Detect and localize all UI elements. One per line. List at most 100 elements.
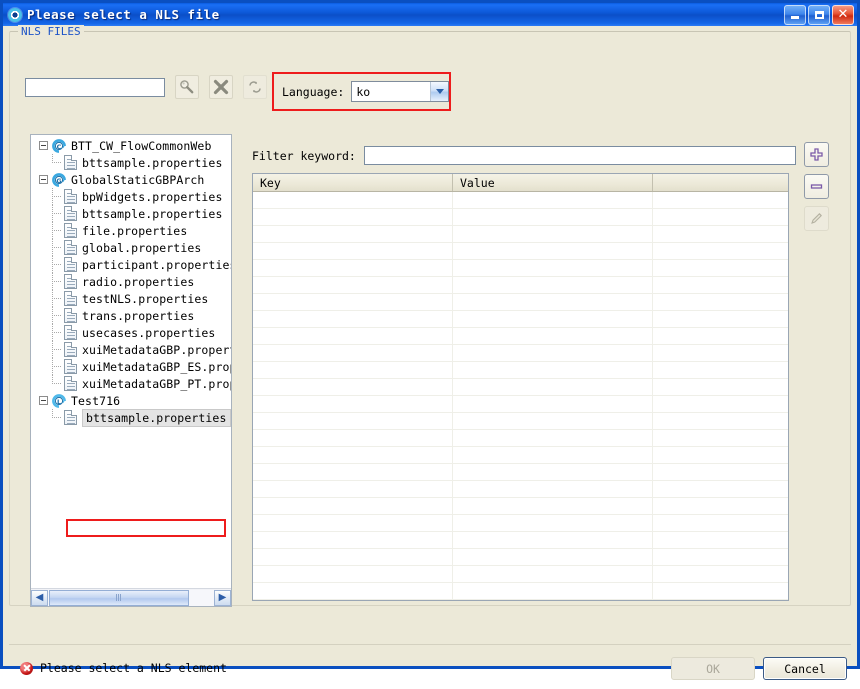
tree-file-node[interactable]: xuiMetadataGBP_PT.properties xyxy=(31,375,231,392)
table-cell xyxy=(253,192,453,208)
table-cell xyxy=(453,498,653,514)
close-button[interactable]: ✕ xyxy=(832,4,854,25)
tree-connector xyxy=(49,205,63,222)
table-cell xyxy=(653,345,788,361)
table-row[interactable] xyxy=(253,243,788,260)
tree-file-node[interactable]: radio.properties xyxy=(31,273,231,290)
table-row[interactable] xyxy=(253,464,788,481)
tree-file-node[interactable]: bttsample.properties xyxy=(31,154,231,171)
scrollbar-thumb[interactable] xyxy=(49,589,189,606)
table-row[interactable] xyxy=(253,226,788,243)
tree-connector xyxy=(49,154,63,171)
add-button[interactable] xyxy=(804,142,829,167)
table-row[interactable] xyxy=(253,396,788,413)
table-row[interactable] xyxy=(253,413,788,430)
table-row[interactable] xyxy=(253,209,788,226)
table-row[interactable] xyxy=(253,277,788,294)
tree-file-node[interactable]: bttsample.properties xyxy=(31,408,231,427)
collapse-toggle-icon[interactable] xyxy=(39,175,48,184)
tree-project-node[interactable]: G GlobalStaticGBPArch xyxy=(31,171,231,188)
properties-file-icon xyxy=(64,206,77,221)
tree-file-node[interactable]: xuiMetadataGBP.properties xyxy=(31,341,231,358)
search-input[interactable] xyxy=(25,77,165,97)
table-cell xyxy=(653,379,788,395)
nls-file-tree[interactable]: C BTT_CW_FlowCommonWeb bttsample.propertie… xyxy=(30,134,232,607)
chevron-down-icon[interactable] xyxy=(430,82,448,101)
table-row[interactable] xyxy=(253,345,788,362)
table-column-header[interactable]: Value xyxy=(453,174,653,191)
table-row[interactable] xyxy=(253,498,788,515)
tree-file-node[interactable]: participant.properties xyxy=(31,256,231,273)
table-row[interactable] xyxy=(253,192,788,209)
table-cell xyxy=(453,583,653,599)
table-row[interactable] xyxy=(253,328,788,345)
table-cell xyxy=(453,345,653,361)
scrollbar-track[interactable] xyxy=(48,589,214,606)
maximize-icon xyxy=(814,10,824,19)
tree-node-label: global.properties xyxy=(82,240,202,255)
properties-file-icon xyxy=(64,240,77,255)
table-row[interactable] xyxy=(253,294,788,311)
table-column-header[interactable] xyxy=(653,174,788,191)
table-cell xyxy=(253,243,453,259)
svg-text:C: C xyxy=(57,143,62,151)
error-icon xyxy=(20,661,33,675)
minus-icon xyxy=(810,184,823,189)
refresh-sync-icon[interactable] xyxy=(243,75,267,99)
tree-file-node[interactable]: file.properties xyxy=(31,222,231,239)
tree-horizontal-scrollbar[interactable]: ◀ ▶ xyxy=(31,588,231,606)
tree-file-node[interactable]: bpWidgets.properties xyxy=(31,188,231,205)
tree-file-node[interactable]: xuiMetadataGBP_ES.properties xyxy=(31,358,231,375)
table-row[interactable] xyxy=(253,379,788,396)
table-header: Key Value xyxy=(253,174,788,192)
table-row[interactable] xyxy=(253,430,788,447)
table-cell xyxy=(653,243,788,259)
tree-file-node[interactable]: bttsample.properties xyxy=(31,205,231,222)
table-cell xyxy=(253,396,453,412)
table-cell xyxy=(253,498,453,514)
table-cell xyxy=(253,549,453,565)
properties-file-icon xyxy=(64,342,77,357)
tree-project-node[interactable]: C BTT_CW_FlowCommonWeb xyxy=(31,137,231,154)
tree-file-node[interactable]: global.properties xyxy=(31,239,231,256)
table-row[interactable] xyxy=(253,260,788,277)
table-row[interactable] xyxy=(253,481,788,498)
tree-connector xyxy=(49,324,63,341)
table-row[interactable] xyxy=(253,362,788,379)
table-cell xyxy=(453,379,653,395)
tree-node-label: GlobalStaticGBPArch xyxy=(71,172,205,187)
scroll-right-icon[interactable]: ▶ xyxy=(214,589,231,606)
scroll-left-icon[interactable]: ◀ xyxy=(31,589,48,606)
table-row[interactable] xyxy=(253,311,788,328)
table-cell xyxy=(453,532,653,548)
key-value-table[interactable]: Key Value xyxy=(252,173,789,601)
table-row[interactable] xyxy=(253,549,788,566)
scrollbar-grip-icon xyxy=(116,594,122,601)
table-cell xyxy=(453,430,653,446)
maximize-button[interactable] xyxy=(808,4,830,25)
table-row[interactable] xyxy=(253,583,788,600)
tree-project-node[interactable]: L Test716 xyxy=(31,392,231,409)
remove-button[interactable] xyxy=(804,174,829,199)
tree-file-node[interactable]: testNLS.properties xyxy=(31,290,231,307)
filter-keyword-input[interactable] xyxy=(363,146,796,165)
table-column-header[interactable]: Key xyxy=(253,174,453,191)
table-row[interactable] xyxy=(253,447,788,464)
properties-file-icon xyxy=(64,155,77,170)
clear-filter-icon[interactable] xyxy=(209,75,233,99)
collapse-toggle-icon[interactable] xyxy=(39,141,48,150)
tree-file-node[interactable]: usecases.properties xyxy=(31,324,231,341)
language-highlight-box: Language: ko xyxy=(272,72,451,111)
properties-file-icon xyxy=(64,257,77,272)
table-cell xyxy=(453,396,653,412)
collapse-toggle-icon[interactable] xyxy=(39,396,48,405)
table-row[interactable] xyxy=(253,566,788,583)
table-cell xyxy=(653,549,788,565)
table-row[interactable] xyxy=(253,515,788,532)
language-select[interactable]: ko xyxy=(351,81,449,102)
table-cell xyxy=(453,192,653,208)
table-row[interactable] xyxy=(253,532,788,549)
minimize-button[interactable] xyxy=(784,4,806,25)
tree-file-node[interactable]: trans.properties xyxy=(31,307,231,324)
search-wand-icon[interactable] xyxy=(175,75,199,99)
